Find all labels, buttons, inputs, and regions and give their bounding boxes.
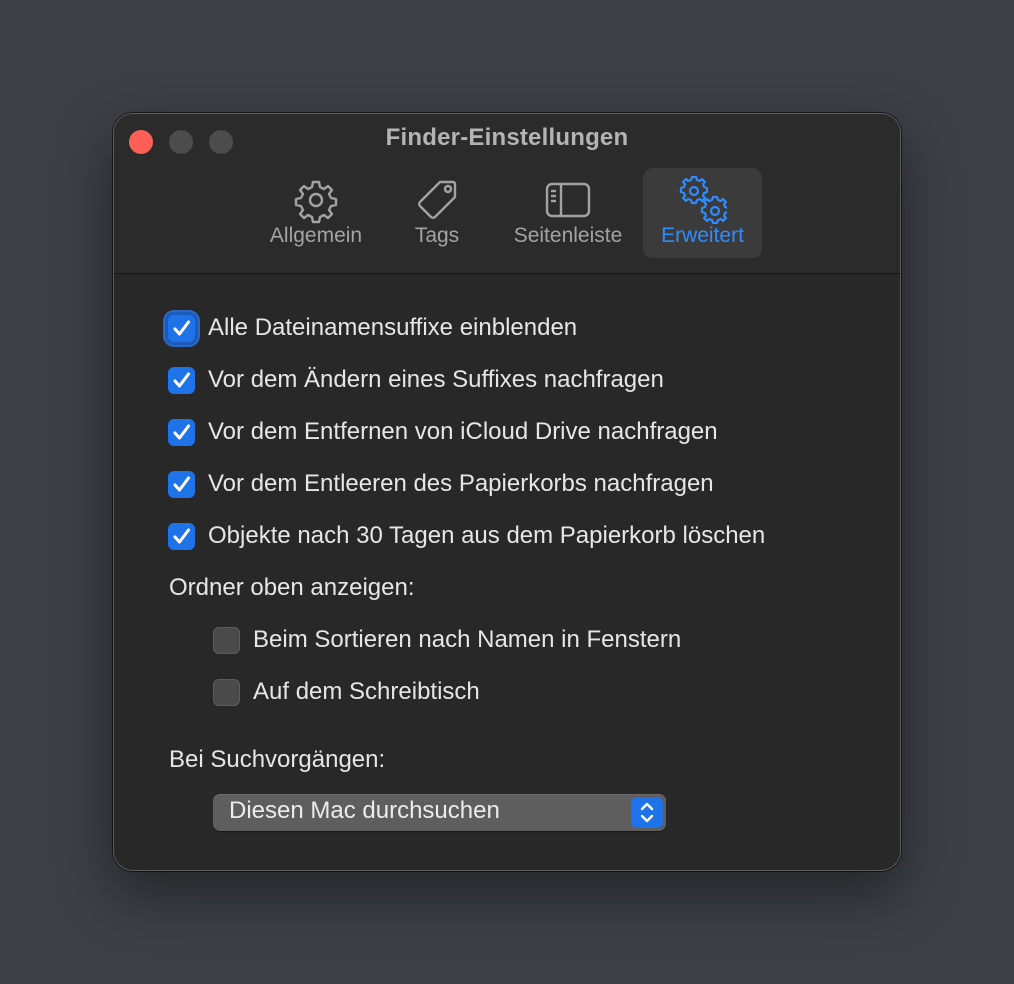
tab-label: Erweitert bbox=[661, 224, 744, 247]
option-label: Alle Dateinamensuffixe einblenden bbox=[208, 314, 578, 341]
option-show-extensions[interactable]: Alle Dateinamensuffixe einblenden bbox=[168, 310, 577, 346]
sidebar-icon bbox=[545, 182, 591, 218]
checkbox-unchecked[interactable] bbox=[213, 678, 240, 706]
tab-allgemein[interactable]: Allgemein bbox=[260, 168, 372, 258]
option-label: Vor dem Entleeren des Papierkorbs nachfr… bbox=[208, 470, 714, 497]
chevron-up-down-icon bbox=[640, 802, 654, 823]
tag-icon bbox=[418, 180, 457, 219]
checkmark-icon bbox=[173, 372, 190, 387]
checkbox-unchecked[interactable] bbox=[213, 626, 240, 654]
window-title: Finder-Einstellungen bbox=[385, 124, 629, 151]
option-folders-top-windows[interactable]: Beim Sortieren nach Namen in Fenstern bbox=[213, 622, 681, 658]
popup-selected-value: Diesen Mac durchsuchen bbox=[229, 797, 500, 824]
search-scope-popup[interactable]: Diesen Mac durchsuchen bbox=[213, 794, 666, 831]
option-label: Vor dem Ändern eines Suffixes nachfragen bbox=[208, 366, 664, 393]
tab-label: Tags bbox=[414, 224, 460, 247]
option-label: Beim Sortieren nach Namen in Fenstern bbox=[253, 626, 682, 653]
tab-tags[interactable]: Tags bbox=[394, 168, 480, 258]
checkbox-checked[interactable] bbox=[168, 418, 195, 446]
titlebar: Finder-Einstellungen Allgemein Tags Seit… bbox=[114, 114, 900, 274]
option-warn-icloud-remove[interactable]: Vor dem Entfernen von iCloud Drive nachf… bbox=[168, 414, 718, 450]
option-warn-empty-trash[interactable]: Vor dem Entleeren des Papierkorbs nachfr… bbox=[168, 466, 714, 502]
tab-label: Allgemein bbox=[269, 224, 363, 247]
option-folders-top-desktop[interactable]: Auf dem Schreibtisch bbox=[213, 674, 480, 710]
checkbox-checked[interactable] bbox=[168, 522, 195, 550]
folders-on-top-label: Ordner oben anzeigen: bbox=[169, 574, 415, 601]
checkbox-checked[interactable] bbox=[168, 314, 195, 342]
option-label: Vor dem Entfernen von iCloud Drive nachf… bbox=[208, 418, 718, 445]
option-remove-trash-30-days[interactable]: Objekte nach 30 Tagen aus dem Papierkorb… bbox=[168, 518, 765, 554]
option-label: Auf dem Schreibtisch bbox=[253, 678, 480, 705]
popup-stepper[interactable] bbox=[631, 797, 663, 828]
checkmark-icon bbox=[173, 476, 190, 491]
checkbox-checked[interactable] bbox=[168, 366, 195, 394]
gear-icon bbox=[294, 180, 338, 224]
gears-icon bbox=[679, 176, 727, 224]
checkmark-icon bbox=[173, 528, 190, 543]
tab-seitenleiste[interactable]: Seitenleiste bbox=[502, 168, 634, 258]
option-warn-extension-change[interactable]: Vor dem Ändern eines Suffixes nachfragen bbox=[168, 362, 664, 398]
search-scope-label: Bei Suchvorgängen: bbox=[169, 746, 386, 773]
tab-erweitert[interactable]: Erweitert bbox=[643, 168, 762, 258]
settings-content: Alle Dateinamensuffixe einblenden Vor de… bbox=[114, 274, 900, 870]
checkmark-icon bbox=[173, 320, 190, 335]
checkbox-checked[interactable] bbox=[168, 470, 195, 498]
finder-settings-window: Finder-Einstellungen Allgemein Tags Seit… bbox=[113, 113, 901, 871]
checkmark-icon bbox=[173, 424, 190, 439]
tab-label: Seitenleiste bbox=[513, 224, 623, 247]
option-label: Objekte nach 30 Tagen aus dem Papierkorb… bbox=[208, 522, 766, 549]
